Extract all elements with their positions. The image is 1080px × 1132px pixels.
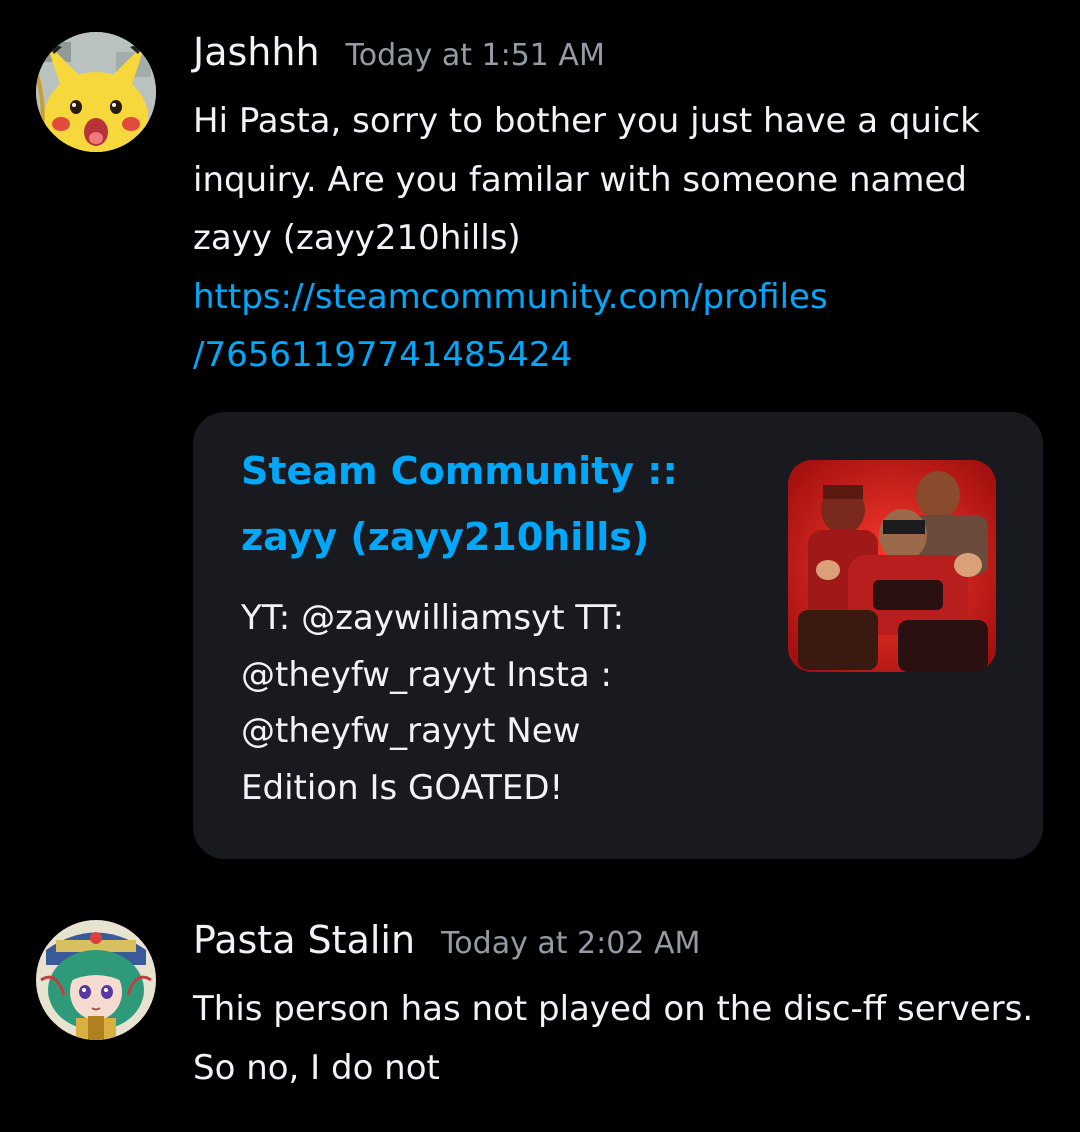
red-team-soldiers-thumbnail [788,460,996,672]
pikachu-avatar-icon [36,32,156,152]
message-text: This person has not played on the disc-f… [193,989,1034,1088]
timestamp: Today at 1:51 AM [345,38,605,73]
anime-girl-avatar-icon [36,920,156,1040]
link-embed: Steam Community :: zayy (zayy210hills) Y… [193,412,1043,859]
embed-thumbnail[interactable] [788,460,996,672]
embed-title[interactable]: Steam Community :: zayy (zayy210hills) [241,438,741,570]
embed-description: YT: @zaywilliamsyt TT: @theyfw_rayyt Ins… [241,598,625,808]
link-line-2[interactable]: /76561197741485424 [193,335,572,375]
link-line-1[interactable]: https://steamcommunity.com/profiles [193,277,828,317]
message-header: Jashhh Today at 1:51 AM [193,30,1043,92]
user-avatar-pasta-stalin[interactable] [36,920,156,1040]
message-content: Jashhh Today at 1:51 AM Hi Pasta, sorry … [193,30,1043,385]
username[interactable]: Jashhh [193,30,320,74]
message-content: Pasta Stalin Today at 2:02 AM This perso… [193,918,1043,1097]
username[interactable]: Pasta Stalin [193,918,415,962]
message-header: Pasta Stalin Today at 2:02 AM [193,918,1043,980]
timestamp: Today at 2:02 AM [441,926,701,961]
message-text: Hi Pasta, sorry to bother you just have … [193,101,980,258]
steam-profile-link[interactable]: https://steamcommunity.com/profiles /765… [193,268,1043,385]
user-avatar-jashhh[interactable] [36,32,156,152]
